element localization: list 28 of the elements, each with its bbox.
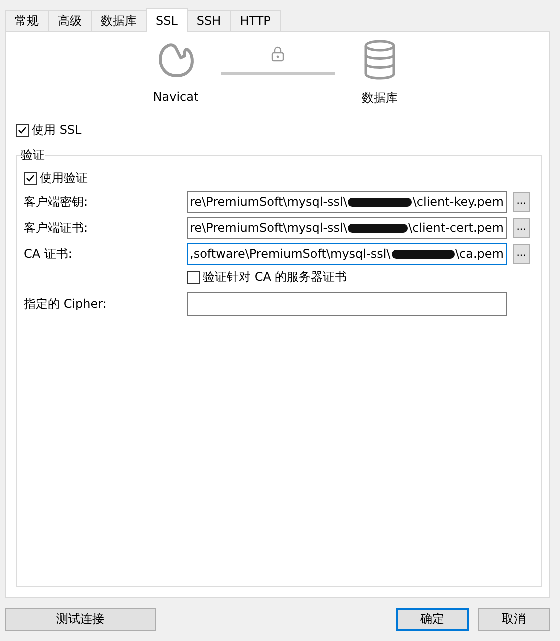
database-icon [364,40,396,80]
test-connection-button[interactable]: 测试连接 [5,608,156,631]
tab[interactable]: SSL [146,8,188,32]
checkbox[interactable] [24,172,37,185]
tab[interactable]: 常规 [5,10,49,31]
client-label: Navicat [153,90,199,104]
tab[interactable]: HTTP [230,10,281,31]
verify-ca-label: 验证针对 CA 的服务器证书 [203,269,348,286]
checkbox[interactable] [16,124,29,137]
server-label: 数据库 [362,90,398,107]
lock-icon [271,46,285,62]
cancel-button[interactable]: 取消 [478,608,550,631]
ok-button[interactable]: 确定 [396,608,469,631]
field-label: CA 证书: [24,246,74,262]
field-label: 客户端密钥: [24,194,90,210]
browse-button[interactable]: ... [513,244,530,264]
input-field[interactable]: re\PremiumSoft\mysql-ssl\ \client-key.pem [187,191,507,213]
input-field[interactable]: re\PremiumSoft\mysql-ssl\ \client-cert.pem [187,217,507,239]
use-ssl-label: 使用 SSL [32,122,82,139]
input-field[interactable]: ,software\PremiumSoft\mysql-ssl\ \ca.pem [187,243,507,265]
browse-button[interactable]: ... [513,192,530,212]
use-auth-label: 使用验证 [40,170,88,187]
field-label: 客户端证书: [24,220,90,236]
checkbox[interactable] [187,271,200,284]
input-field[interactable] [187,292,507,316]
browse-button[interactable]: ... [513,218,530,238]
field-label: 指定的 Cipher: [24,296,108,312]
group-title: 验证 [21,147,45,164]
